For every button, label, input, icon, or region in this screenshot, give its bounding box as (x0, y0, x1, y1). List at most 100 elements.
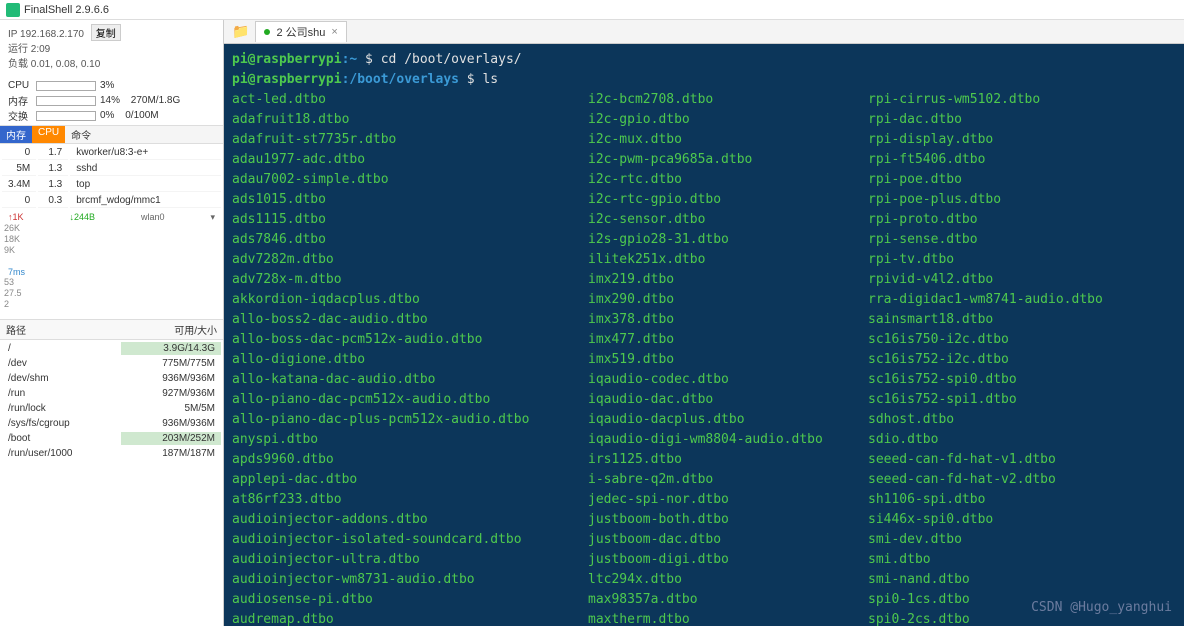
file-entry: rpi-tv.dtbo (868, 250, 1176, 270)
file-entry: at86rf233.dtbo (232, 490, 588, 510)
fs-row[interactable]: /boot203M/252M (2, 432, 221, 445)
file-entry: justboom-both.dtbo (588, 510, 868, 530)
file-entry: i2c-rtc-gpio.dtbo (588, 190, 868, 210)
file-entry: iqaudio-dac.dtbo (588, 390, 868, 410)
file-entry: i2c-mux.dtbo (588, 130, 868, 150)
file-entry: si446x-spi0.dtbo (868, 510, 1176, 530)
file-entry: sainsmart18.dtbo (868, 310, 1176, 330)
file-entry: adau7002-simple.dtbo (232, 170, 588, 190)
fs-row[interactable]: /dev775M/775M (2, 357, 221, 370)
status-dot (264, 29, 270, 35)
cpu-value: 3% (100, 80, 114, 91)
file-entry: audiosense-pi.dtbo (232, 590, 588, 610)
terminal[interactable]: pi@raspberrypi:~ $ cd /boot/overlays/ pi… (224, 44, 1184, 626)
app-title: FinalShell 2.9.6.6 (24, 4, 109, 16)
fs-row[interactable]: /dev/shm936M/936M (2, 372, 221, 385)
file-entry: imx219.dtbo (588, 270, 868, 290)
proc-row[interactable]: 01.7kworker/u8:3-e+ (2, 146, 221, 160)
file-entry: adau1977-adc.dtbo (232, 150, 588, 170)
close-icon[interactable]: × (331, 26, 337, 38)
proc-row[interactable]: 5M1.3sshd (2, 162, 221, 176)
file-entry: i-sabre-q2m.dtbo (588, 470, 868, 490)
file-entry: rpi-ft5406.dtbo (868, 150, 1176, 170)
file-entry: adafruit-st7735r.dtbo (232, 130, 588, 150)
file-entry: apds9960.dtbo (232, 450, 588, 470)
file-entry: audioinjector-addons.dtbo (232, 510, 588, 530)
file-entry: imx378.dtbo (588, 310, 868, 330)
file-entry: smi-dev.dtbo (868, 530, 1176, 550)
proc-h-cpu[interactable]: CPU (32, 126, 65, 143)
file-entry: rpi-poe.dtbo (868, 170, 1176, 190)
file-entry: allo-piano-dac-pcm512x-audio.dtbo (232, 390, 588, 410)
cpu-label: CPU (8, 80, 32, 91)
file-entry: ads1115.dtbo (232, 210, 588, 230)
ip-text: IP 192.168.2.170 (8, 29, 84, 40)
uptime-text: 运行 2:09 (8, 42, 215, 57)
file-entry: i2s-gpio28-31.dtbo (588, 230, 868, 250)
file-entry: act-led.dtbo (232, 90, 588, 110)
file-entry: rpi-sense.dtbo (868, 230, 1176, 250)
file-entry: allo-boss-dac-pcm512x-audio.dtbo (232, 330, 588, 350)
file-entry: sc16is752-i2c.dtbo (868, 350, 1176, 370)
file-entry: iqaudio-codec.dtbo (588, 370, 868, 390)
file-entry: sdhost.dtbo (868, 410, 1176, 430)
watermark: CSDN @Hugo_yanghui (1031, 598, 1172, 618)
file-entry: akkordion-iqdacplus.dtbo (232, 290, 588, 310)
file-entry: sc16is752-spi1.dtbo (868, 390, 1176, 410)
proc-h-mem[interactable]: 内存 (0, 126, 32, 143)
sidebar: IP 192.168.2.170 复制 运行 2:09 负载 0.01, 0.0… (0, 20, 224, 626)
file-entry: rpivid-v4l2.dtbo (868, 270, 1176, 290)
fs-header: 路径 可用/大小 (0, 319, 223, 340)
file-entry: rpi-cirrus-wm5102.dtbo (868, 90, 1176, 110)
file-entry: imx519.dtbo (588, 350, 868, 370)
fs-row[interactable]: /3.9G/14.3G (2, 342, 221, 355)
fs-row[interactable]: /sys/fs/cgroup936M/936M (2, 417, 221, 430)
file-entry: allo-katana-dac-audio.dtbo (232, 370, 588, 390)
terminal-tab[interactable]: 2 公司shu × (255, 21, 346, 42)
file-entry: i2c-rtc.dtbo (588, 170, 868, 190)
file-entry: rpi-proto.dtbo (868, 210, 1176, 230)
file-entry: max98357a.dtbo (588, 590, 868, 610)
net-chart: ↑1K↓244Bwlan0▾ 26K18K9K (0, 210, 223, 265)
tabbar: 📁 2 公司shu × (224, 20, 1184, 44)
proc-header: 内存 CPU 命令 (0, 125, 223, 144)
fs-row[interactable]: /run/lock5M/5M (2, 402, 221, 415)
tab-label: 2 公司shu (276, 24, 325, 40)
dropdown-icon[interactable]: ▾ (210, 212, 215, 223)
file-entry: seeed-can-fd-hat-v2.dtbo (868, 470, 1176, 490)
file-entry: audioinjector-isolated-soundcard.dtbo (232, 530, 588, 550)
swap-pct: 0% (100, 110, 114, 121)
file-entry: allo-boss2-dac-audio.dtbo (232, 310, 588, 330)
folder-icon[interactable]: 📁 (228, 23, 253, 40)
file-entry: justboom-dac.dtbo (588, 530, 868, 550)
proc-table: 01.7kworker/u8:3-e+ 5M1.3sshd 3.4M1.3top 00… (0, 144, 223, 210)
file-entry: applepi-dac.dtbo (232, 470, 588, 490)
proc-row[interactable]: 3.4M1.3top (2, 178, 221, 192)
file-entry: sc16is752-spi0.dtbo (868, 370, 1176, 390)
file-entry: i2c-bcm2708.dtbo (588, 90, 868, 110)
file-entry: rra-digidac1-wm8741-audio.dtbo (868, 290, 1176, 310)
file-entry: audioinjector-ultra.dtbo (232, 550, 588, 570)
file-entry: ads1015.dtbo (232, 190, 588, 210)
file-entry: seeed-can-fd-hat-v1.dtbo (868, 450, 1176, 470)
proc-row[interactable]: 00.3brcmf_wdog/mmc1 (2, 194, 221, 208)
file-entry: rpi-display.dtbo (868, 130, 1176, 150)
file-entry: irs1125.dtbo (588, 450, 868, 470)
fs-row[interactable]: /run/user/1000187M/187M (2, 447, 221, 460)
file-entry: smi.dtbo (868, 550, 1176, 570)
gauges: CPU3% 内存14% 270M/1.8G 交换0% 0/100M (0, 76, 223, 125)
ping-chart: 7ms 5327.52 (0, 265, 223, 319)
app-icon (6, 3, 20, 17)
copy-button[interactable]: 复制 (91, 24, 121, 41)
file-entry: imx477.dtbo (588, 330, 868, 350)
file-entry: justboom-digi.dtbo (588, 550, 868, 570)
file-entry: sc16is750-i2c.dtbo (868, 330, 1176, 350)
file-entry: adv7282m.dtbo (232, 250, 588, 270)
fs-row[interactable]: /run927M/936M (2, 387, 221, 400)
file-entry: rpi-dac.dtbo (868, 110, 1176, 130)
file-entry: maxtherm.dtbo (588, 610, 868, 626)
file-entry: iqaudio-digi-wm8804-audio.dtbo (588, 430, 868, 450)
proc-h-cmd[interactable]: 命令 (65, 126, 97, 143)
swap-label: 交换 (8, 108, 32, 123)
file-entry: smi-nand.dtbo (868, 570, 1176, 590)
